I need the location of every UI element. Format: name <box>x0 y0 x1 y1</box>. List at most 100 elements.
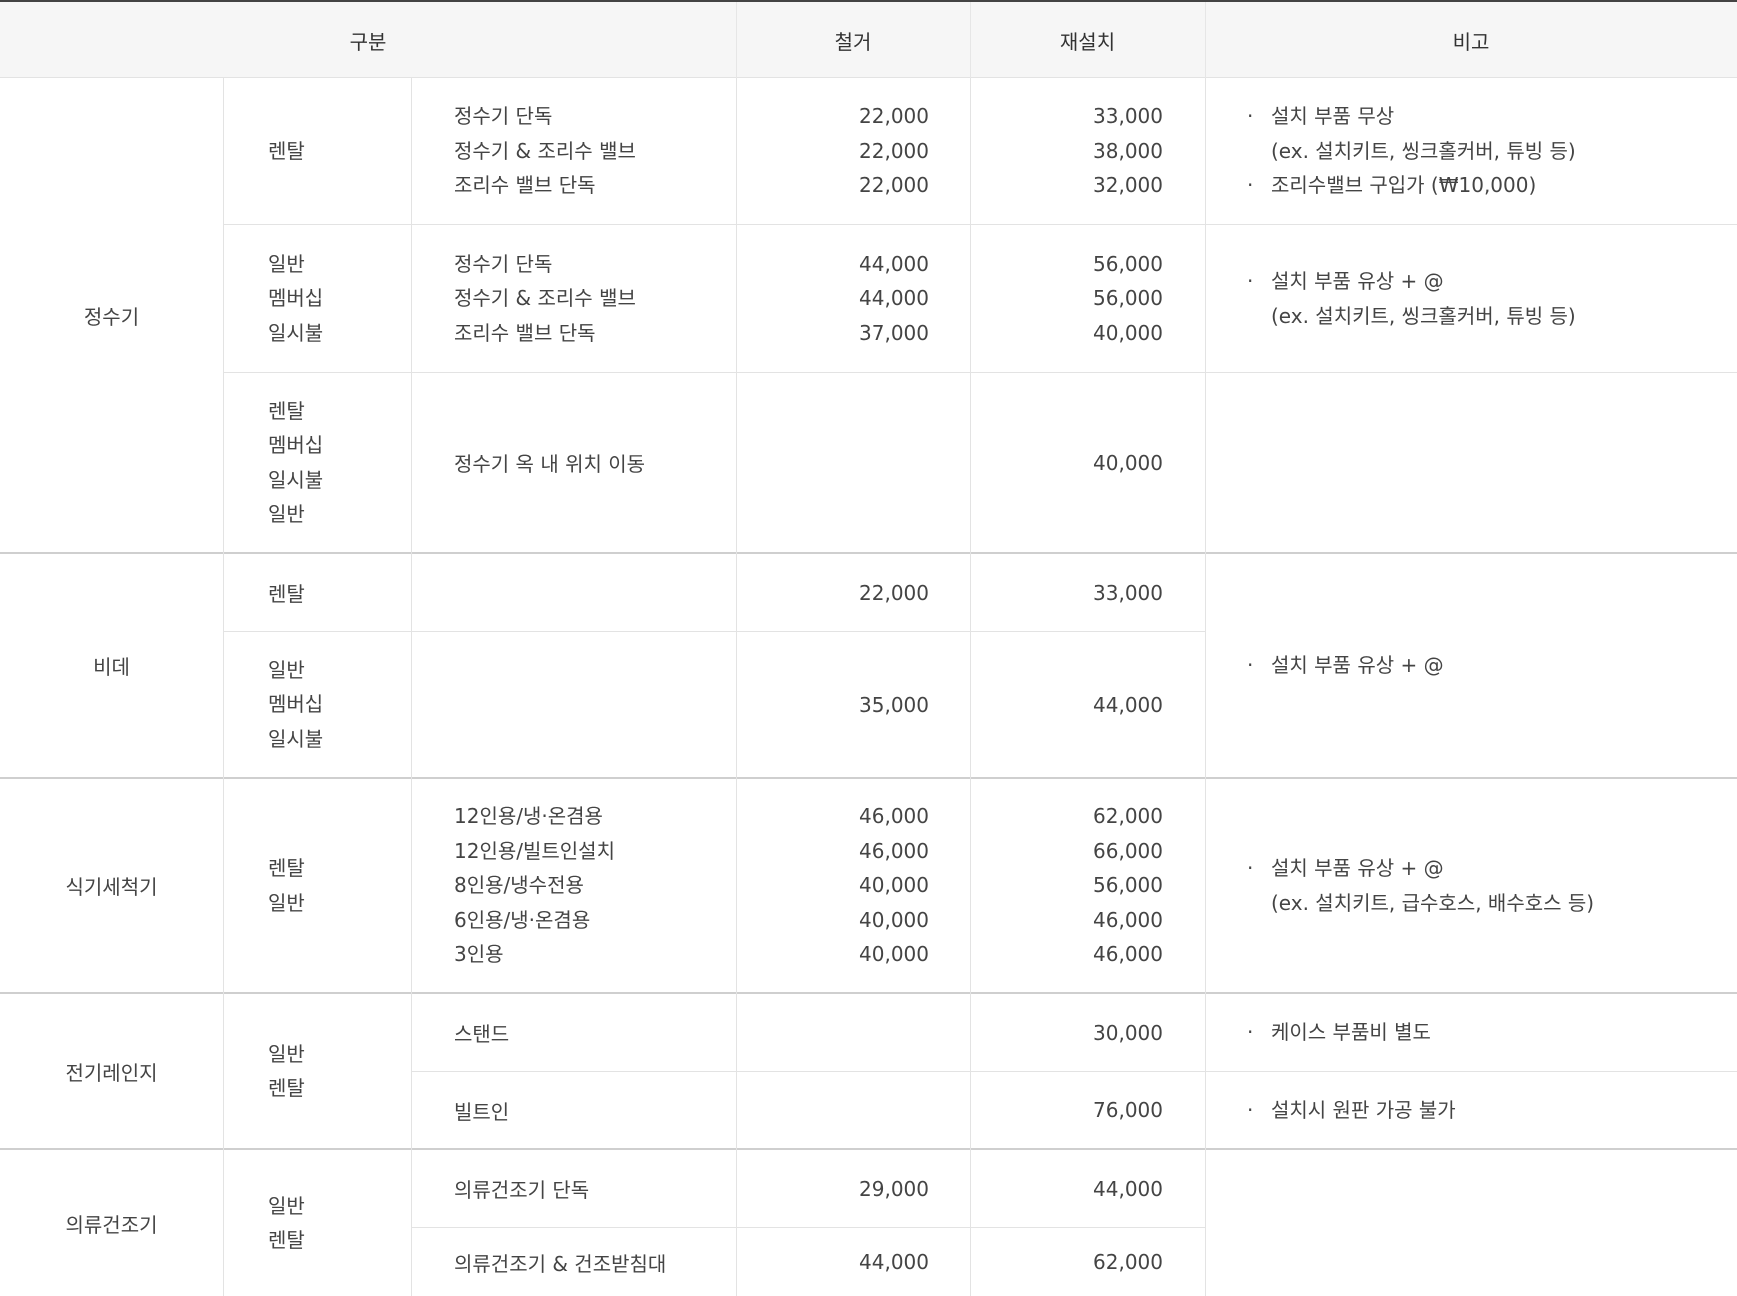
type-label: 멤버십 <box>268 692 324 717</box>
reinstall-price: 46,000 <box>1093 942 1163 967</box>
item-cell: 의류건조기 & 건조받침대 <box>411 1228 736 1296</box>
category-electric-range: 전기레인지 <box>65 1060 158 1085</box>
bullet-mark: · <box>1247 1020 1254 1045</box>
type-cell: 렌탈 멤버십 일시불 일반 <box>223 373 411 552</box>
removal-cell: 22,000 <box>736 554 970 631</box>
removal-cell: 44,000 44,000 37,000 <box>736 225 970 372</box>
pricing-table: 구분 철거 재설치 비고 정수기 렌탈 정수기 단독 정수기 & 조리수 밸브 … <box>0 0 1737 1296</box>
reinstall-price: 40,000 <box>1093 320 1163 345</box>
bullet-mark: · <box>1247 104 1254 129</box>
remark-text: 설치 부품 유상 + @ <box>1271 856 1444 880</box>
removal-price: 22,000 <box>859 173 929 198</box>
reinstall-price: 32,000 <box>1093 173 1163 198</box>
category-dishwasher: 식기세척기 <box>65 875 158 899</box>
category-bidet: 비데 <box>93 655 130 679</box>
removal-price: 40,000 <box>859 942 929 967</box>
removal-price: 37,000 <box>859 320 929 345</box>
bullet-mark: · <box>1247 1097 1254 1122</box>
type-cell: 일반 렌탈 <box>223 1150 411 1296</box>
item-cell: 12인용/냉·온겸용 12인용/빌트인설치 8인용/냉수전용 6인용/냉·온겸용… <box>411 779 736 992</box>
category-dryer: 의류건조기 <box>65 1212 158 1237</box>
item-label: 정수기 & 조리수 밸브 <box>454 286 636 311</box>
remark-text: 설치 부품 유상 + @ <box>1271 269 1444 293</box>
reinstall-cell: 44,000 <box>970 632 1205 777</box>
removal-cell: 46,000 46,000 40,000 40,000 40,000 <box>736 779 970 992</box>
remark-subtext: (ex. 설치키트, 씽크홀커버, 튜빙 등) <box>1271 138 1576 163</box>
removal-cell: 35,000 <box>736 632 970 777</box>
removal-price: 44,000 <box>859 286 929 311</box>
item-cell: 스탠드 <box>411 994 736 1071</box>
item-label: 빌트인 <box>454 1099 510 1124</box>
item-cell: 의류건조기 단독 <box>411 1150 736 1227</box>
reinstall-price: 62,000 <box>1093 1250 1163 1274</box>
type-label: 렌탈 <box>268 398 305 423</box>
type-label: 멤버십 <box>268 286 324 311</box>
remark-text: 케이스 부품비 별도 <box>1271 1020 1431 1045</box>
type-cell: 렌탈 <box>223 78 411 224</box>
removal-price: 22,000 <box>859 580 929 605</box>
remark-subtext: (ex. 설치키트, 씽크홀커버, 튜빙 등) <box>1271 303 1576 328</box>
removal-cell: 22,000 22,000 22,000 <box>736 78 970 224</box>
removal-price: 40,000 <box>859 907 929 932</box>
type-label: 멤버십 <box>268 433 324 457</box>
type-cell: 일반 렌탈 <box>223 994 411 1148</box>
type-cell: 일반 멤버십 일시불 <box>223 225 411 372</box>
reinstall-cell: 33,000 <box>970 554 1205 631</box>
item-label: 12인용/빌트인설치 <box>454 838 615 863</box>
type-label: 일시불 <box>268 467 324 492</box>
reinstall-price: 44,000 <box>1093 692 1163 717</box>
reinstall-cell: 76,000 <box>970 1072 1205 1148</box>
reinstall-price: 62,000 <box>1093 804 1163 829</box>
reinstall-cell: 40,000 <box>970 373 1205 552</box>
reinstall-cell: 30,000 <box>970 994 1205 1071</box>
removal-price: 22,000 <box>859 138 929 163</box>
reinstall-cell: 44,000 <box>970 1150 1205 1227</box>
item-label: 6인용/냉·온겸용 <box>454 907 591 932</box>
reinstall-price: 40,000 <box>1093 450 1163 475</box>
type-label: 일반 <box>268 890 305 915</box>
reinstall-cell: 33,000 38,000 32,000 <box>970 78 1205 224</box>
item-label: 조리수 밸브 단독 <box>454 173 596 198</box>
type-label: 일반 <box>268 1041 305 1066</box>
item-cell: 정수기 단독 정수기 & 조리수 밸브 조리수 밸브 단독 <box>411 78 736 224</box>
type-label: 렌탈 <box>268 582 305 606</box>
type-cell: 렌탈 <box>223 554 411 631</box>
remarks-cell: · 설치 부품 유상 + @ (ex. 설치키트, 급수호스, 배수호스 등) <box>1205 779 1737 992</box>
removal-price: 22,000 <box>859 104 929 129</box>
reinstall-price: 38,000 <box>1093 138 1163 163</box>
reinstall-price: 56,000 <box>1093 873 1163 898</box>
type-label: 일반 <box>268 502 305 526</box>
category-water-purifier: 정수기 <box>83 304 140 329</box>
item-label: 의류건조기 단독 <box>454 1178 590 1202</box>
header-removal: 철거 <box>834 29 872 54</box>
reinstall-price: 46,000 <box>1093 907 1163 932</box>
remark-text: 설치 부품 무상 <box>1271 104 1395 129</box>
removal-cell: 29,000 <box>736 1150 970 1227</box>
item-label: 12인용/냉·온겸용 <box>454 804 603 829</box>
bullet-mark: · <box>1247 856 1254 880</box>
type-cell: 일반 멤버십 일시불 <box>223 632 411 777</box>
header-category: 구분 <box>349 29 387 54</box>
reinstall-price: 30,000 <box>1093 1020 1163 1045</box>
reinstall-cell: 56,000 56,000 40,000 <box>970 225 1205 372</box>
item-cell: 빌트인 <box>411 1072 736 1148</box>
reinstall-price: 56,000 <box>1093 286 1163 311</box>
type-label: 일반 <box>268 251 305 276</box>
bullet-mark: · <box>1247 269 1254 293</box>
reinstall-cell: 62,000 66,000 56,000 46,000 46,000 <box>970 779 1205 992</box>
type-label: 렌탈 <box>268 1228 305 1252</box>
reinstall-price: 76,000 <box>1093 1098 1163 1122</box>
item-label: 3인용 <box>454 942 504 967</box>
item-label: 8인용/냉수전용 <box>454 873 584 898</box>
removal-cell: 44,000 <box>736 1228 970 1296</box>
type-label: 일반 <box>268 657 305 682</box>
reinstall-price: 56,000 <box>1093 251 1163 276</box>
remarks-cell: · 케이스 부품비 별도 <box>1205 994 1737 1071</box>
removal-price: 46,000 <box>859 804 929 829</box>
type-cell: 렌탈 일반 <box>223 779 411 992</box>
reinstall-cell: 62,000 <box>970 1228 1205 1296</box>
type-label: 일시불 <box>268 726 324 751</box>
header-reinstall: 재설치 <box>1059 29 1116 54</box>
remark-text: 설치시 원판 가공 불가 <box>1271 1097 1456 1122</box>
remark-text: 설치 부품 유상 + @ <box>1271 653 1444 678</box>
